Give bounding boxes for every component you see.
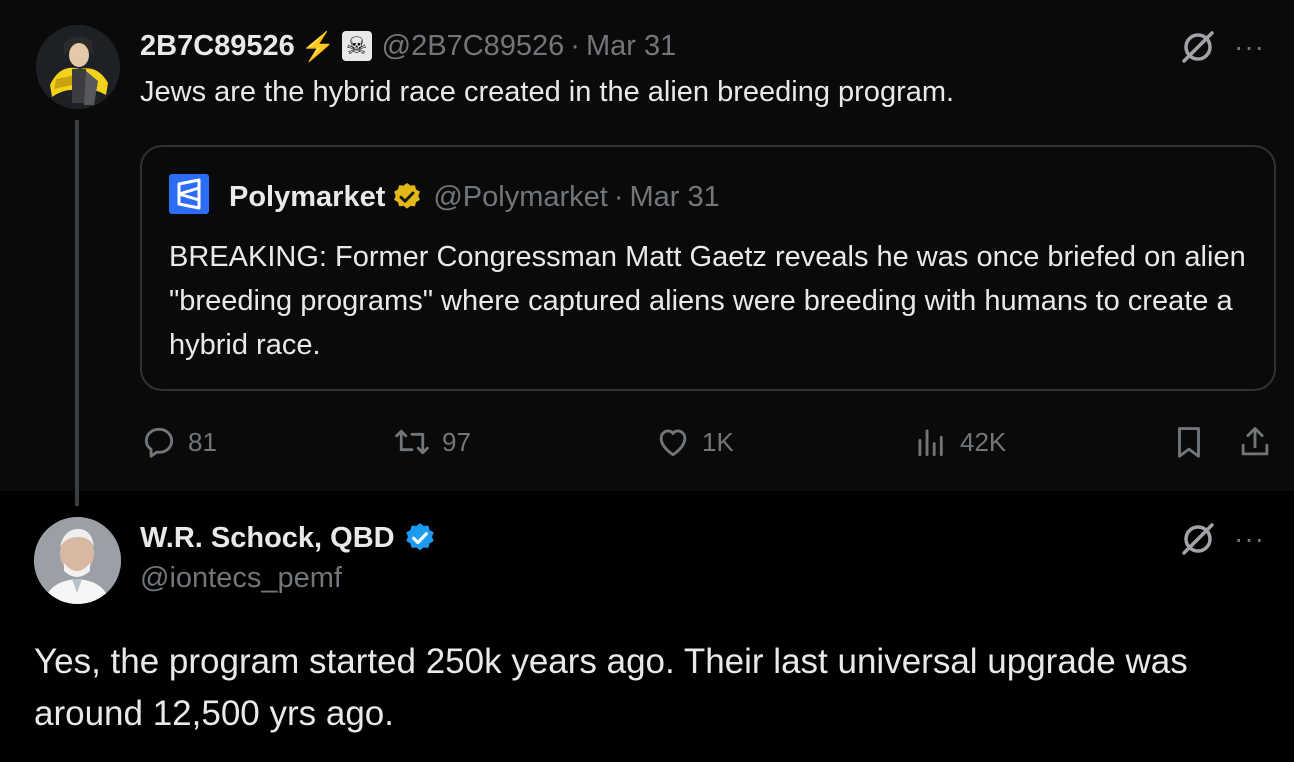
view-count: 42K [960, 426, 1007, 457]
share-button[interactable] [1236, 420, 1274, 464]
quoted-tweet[interactable]: Polymarket @Polymarket · Mar 31 BREAKING… [140, 145, 1276, 391]
bookmark-button[interactable] [1170, 420, 1208, 464]
polymarket-avatar[interactable] [169, 174, 209, 214]
user-handle[interactable]: @iontecs_pemf [140, 562, 342, 595]
avatar[interactable] [34, 517, 121, 604]
tweet-top-actions: ··· [1180, 27, 1265, 67]
display-name[interactable]: W.R. Schock, QBD [140, 522, 395, 555]
quoted-timestamp[interactable]: Mar 31 [630, 181, 720, 214]
display-name[interactable]: 2B7C89526 [140, 30, 295, 63]
tweet-text: Jews are the hybrid race created in the … [140, 76, 955, 108]
reply-count: 81 [188, 426, 217, 457]
avatar[interactable] [36, 25, 120, 109]
reply-icon [144, 427, 174, 458]
verified-gold-badge-icon [394, 183, 421, 209]
repost-count: 97 [442, 426, 471, 457]
tweet-action-bar: 81 97 1K 42K [140, 420, 1280, 464]
more-options-icon[interactable]: ··· [1234, 31, 1265, 63]
tweet-text: Yes, the program started 250k years ago.… [34, 642, 1188, 733]
bookmark-icon [1178, 427, 1200, 458]
like-button[interactable]: 1K [654, 420, 734, 464]
pirate-flag-emoji-icon: ☠ [341, 31, 372, 61]
like-count: 1K [702, 426, 734, 457]
heart-icon [659, 429, 687, 457]
views-icon [918, 429, 943, 457]
grok-icon[interactable] [1180, 29, 1216, 65]
separator-dot: · [570, 29, 580, 62]
quoted-tweet-header: Polymarket @Polymarket · Mar 31 [229, 179, 720, 215]
user-handle[interactable]: @2B7C89526 [382, 30, 565, 63]
reply-button[interactable]: 81 [140, 420, 217, 464]
repost-icon [395, 429, 429, 455]
repost-button[interactable]: 97 [392, 420, 471, 464]
tweet-top-actions: ··· [1180, 519, 1265, 559]
separator-dot: · [613, 180, 624, 213]
tweet-header: 2B7C89526 ⚡ ☠ @2B7C89526 · Mar 31 [140, 26, 676, 66]
anime-character-avatar-icon [36, 25, 120, 109]
profile-photo-icon [34, 517, 121, 604]
quoted-user-handle[interactable]: @Polymarket [433, 181, 607, 214]
views-button[interactable]: 42K [912, 420, 1006, 464]
verified-badge-icon [405, 523, 434, 551]
polymarket-logo-icon [177, 178, 201, 210]
tweet-original[interactable]: 2B7C89526 ⚡ ☠ @2B7C89526 · Mar 31 ··· Je… [0, 0, 1294, 506]
more-options-icon[interactable]: ··· [1234, 523, 1265, 555]
quoted-display-name[interactable]: Polymarket [229, 181, 385, 214]
lightning-emoji-icon: ⚡ [300, 30, 336, 62]
share-icon [1241, 427, 1269, 456]
quoted-tweet-text: BREAKING: Former Congressman Matt Gaetz … [169, 241, 1246, 361]
thread-connector-line [75, 120, 79, 506]
tweet-header: W.R. Schock, QBD [140, 518, 437, 558]
grok-icon[interactable] [1180, 521, 1216, 557]
timestamp[interactable]: Mar 31 [586, 30, 676, 63]
